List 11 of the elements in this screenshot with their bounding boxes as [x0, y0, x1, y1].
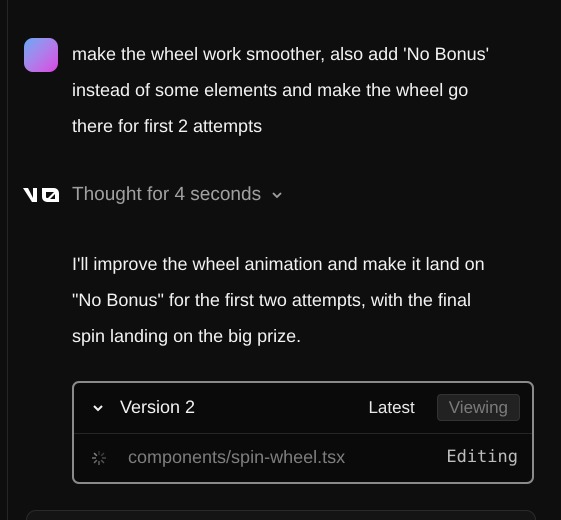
- user-message: make the wheel work smoother, also add 'No Bonus' instead of some elements and make the wheel go there for first 2 attempts: [72, 43, 490, 138]
- viewing-button[interactable]: Viewing: [436, 394, 520, 421]
- latest-label: Latest: [368, 396, 415, 419]
- version-toggle[interactable]: Version 2: [92, 394, 196, 421]
- response-text: I'll improve the wheel animation and make it land on "No Bonus" for the first two attempts, with the final spin landing on the big prize.: [71, 252, 486, 348]
- user-avatar: [24, 38, 58, 72]
- chevron-icon: [271, 191, 284, 200]
- chevron-icon: [92, 404, 104, 412]
- thought-toggle[interactable]: Thought for 4 seconds: [72, 181, 284, 210]
- file-path[interactable]: components/spin-wheel.tsx: [128, 444, 346, 471]
- file-status: Editing: [446, 446, 518, 469]
